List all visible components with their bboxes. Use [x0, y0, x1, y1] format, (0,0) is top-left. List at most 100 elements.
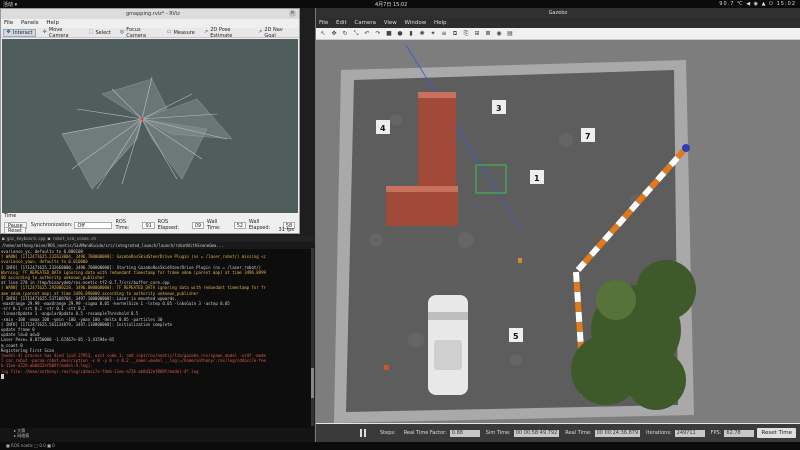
activities-menu[interactable]: 活动 ▾: [3, 1, 17, 8]
small-robot: [682, 144, 690, 152]
tool-select[interactable]: ⬚ Select: [86, 29, 112, 37]
rotate-icon[interactable]: ↻: [341, 30, 349, 38]
interact-icon: ✥: [6, 29, 11, 35]
gazebo-3d-scene[interactable]: 3 4 7 1 5: [316, 40, 800, 423]
terminal-path: /home/anthony/mine/ROS_noetic/SLAMandGui…: [0, 242, 314, 249]
move-camera-icon: ✢: [42, 29, 47, 35]
real-time-label: Real Time:: [565, 430, 592, 436]
rviz-menu-file[interactable]: File: [4, 20, 13, 26]
gazebo-window: Gazebo File Edit Camera View Window Help…: [315, 8, 800, 442]
rtf-value: 0.88: [449, 429, 480, 437]
pause-icon[interactable]: [360, 429, 366, 437]
box-icon[interactable]: ■: [385, 30, 393, 38]
rtf-label: Real Time Factor:: [403, 430, 447, 436]
wall-time-field: 52: [233, 221, 246, 229]
marker-1: 1: [534, 174, 540, 183]
terminal-scrollbar[interactable]: [311, 248, 314, 426]
cylinder-icon[interactable]: ▮: [407, 30, 415, 38]
rviz-3d-viewport[interactable]: [2, 39, 298, 213]
wall-elapsed-label: Wall Elapsed:: [248, 219, 271, 231]
gazebo-menu-camera[interactable]: Camera: [354, 20, 376, 26]
scrollbar-thumb[interactable]: [311, 368, 314, 398]
iterations-label: Iterations:: [646, 430, 672, 436]
tool-2d-pose-estimate[interactable]: ↗ 2D Pose Estimate: [202, 26, 251, 39]
system-tray[interactable]: 90.7 ℃ ◀ ◉ ▲ ⏻ 15:02: [719, 1, 796, 7]
sphere-icon[interactable]: ●: [396, 30, 404, 38]
marker-3: 3: [496, 104, 502, 113]
select-arrow-icon[interactable]: ↖: [319, 30, 327, 38]
snap-icon[interactable]: ⊠: [484, 30, 492, 38]
sim-time-value: 00 00:58:49.792: [513, 429, 560, 437]
scale-icon[interactable]: ⤡: [352, 30, 360, 38]
gazebo-toolbar: ↖ ✥ ↻ ⤡ ↶ ↷ ■ ● ▮ ✺ ✦ ≡ ⧉ ⎘ ⊞ ⊠ ◉ ▤: [316, 28, 800, 40]
focus-camera-icon: ◎: [119, 29, 125, 35]
tool-2d-nav-goal[interactable]: ↗ 2D Nav Goal: [256, 27, 294, 39]
terminal-output: ovariance_yx, defaults to 0.000100[ WARN…: [0, 249, 314, 374]
laser-scan-map: [61, 76, 233, 190]
wall-time-label: Wall Time:: [206, 219, 221, 231]
gazebo-menu-window[interactable]: Window: [405, 20, 427, 26]
gazebo-titlebar: Gazebo: [316, 8, 800, 18]
reset-button[interactable]: Reset: [4, 227, 26, 234]
terminal-prompt[interactable]: [0, 374, 314, 380]
fps-value: 62.78: [724, 429, 755, 437]
measure-icon: ▭: [166, 29, 172, 35]
tool-label: Select: [95, 29, 111, 36]
rviz-toolbar: ✥ Interact ✢ Move Camera ⬚ Select ◎ Focus Ca…: [1, 26, 299, 39]
tree-item[interactable]: ▸ 网络赛: [14, 433, 314, 438]
tool-label: Interact: [13, 29, 33, 36]
marker-4: 4: [380, 124, 386, 133]
tool-label: 2D Pose Estimate: [210, 26, 233, 39]
fps-label: FPS:: [710, 430, 722, 436]
tool-interact[interactable]: ✥ Interact: [3, 28, 36, 37]
gazebo-menu-file[interactable]: File: [319, 20, 328, 26]
gazebo-menubar: File Edit Camera View Window Help: [316, 18, 800, 28]
simulation-world: 3 4 7 1 5: [334, 44, 696, 423]
editor-status-bar: ■ ROS noetic □ 0.0 ■ 0: [0, 442, 800, 450]
sim-time-label: Sim Time:: [485, 430, 511, 436]
spot-light-icon[interactable]: ✦: [429, 30, 437, 38]
system-clock[interactable]: 4月7日 15:02: [375, 1, 407, 8]
cursor: [1, 374, 4, 380]
gazebo-menu-edit[interactable]: Edit: [336, 20, 347, 26]
rviz-window: gmapping.rviz* - RViz ✕ File Panels Help…: [0, 8, 300, 234]
real-time-value: 00 00:24:36.879: [594, 429, 641, 437]
sync-select[interactable]: Off: [74, 221, 113, 229]
tool-label: Focus Camera: [126, 26, 146, 39]
nav-goal-icon: ↗: [258, 29, 263, 35]
log-icon[interactable]: ▤: [506, 30, 514, 38]
tool-label: Measure: [173, 29, 195, 36]
fps-readout: 31 fps: [278, 227, 295, 233]
point-light-icon[interactable]: ✺: [418, 30, 426, 38]
marker-7: 7: [585, 132, 591, 141]
reset-time-button[interactable]: Reset Time: [757, 428, 796, 438]
directional-light-icon[interactable]: ≡: [440, 30, 448, 38]
rviz-titlebar: gmapping.rviz* - RViz ✕: [1, 9, 299, 19]
close-icon[interactable]: ✕: [289, 10, 296, 17]
white-car: [428, 295, 468, 395]
translate-icon[interactable]: ✥: [330, 30, 338, 38]
pose-estimate-icon: ↗: [203, 29, 209, 35]
file-tree-panel: ▸ 大赛 ▸ 网络赛: [0, 428, 314, 442]
gazebo-menu-view[interactable]: View: [384, 20, 397, 26]
rviz-menu-panels[interactable]: Panels: [21, 20, 39, 26]
undo-icon[interactable]: ↶: [363, 30, 371, 38]
terminal-window[interactable]: ■ gaz_keyboard.cpp ■ robot_vcm_scene.sh …: [0, 236, 314, 428]
screenshot-icon[interactable]: ◉: [495, 30, 503, 38]
steps-label: Steps:: [380, 430, 396, 436]
ros-elapsed-field: 09: [191, 221, 204, 229]
paste-icon[interactable]: ⎘: [462, 30, 470, 38]
system-top-bar: 活动 ▾ 4月7日 15:02 90.7 ℃ ◀ ◉ ▲ ⏻ 15:02: [0, 0, 800, 8]
rviz-menu-help[interactable]: Help: [46, 20, 59, 26]
rviz-window-title: gmapping.rviz* - RViz: [126, 11, 180, 17]
tool-measure[interactable]: ▭ Measure: [165, 29, 197, 37]
tool-focus-camera[interactable]: ◎ Focus Camera: [118, 26, 160, 39]
gazebo-menu-help[interactable]: Help: [434, 20, 447, 26]
redo-icon[interactable]: ↷: [374, 30, 382, 38]
tool-label: Move Camera: [48, 26, 69, 39]
ros-elapsed-label: ROS Elapsed:: [157, 219, 179, 231]
rviz-time-panel: Time Pause Synchronization: Off ROS Time…: [2, 213, 298, 234]
align-icon[interactable]: ⊞: [473, 30, 481, 38]
tool-move-camera[interactable]: ✢ Move Camera: [41, 26, 82, 39]
copy-icon[interactable]: ⧉: [451, 30, 459, 38]
